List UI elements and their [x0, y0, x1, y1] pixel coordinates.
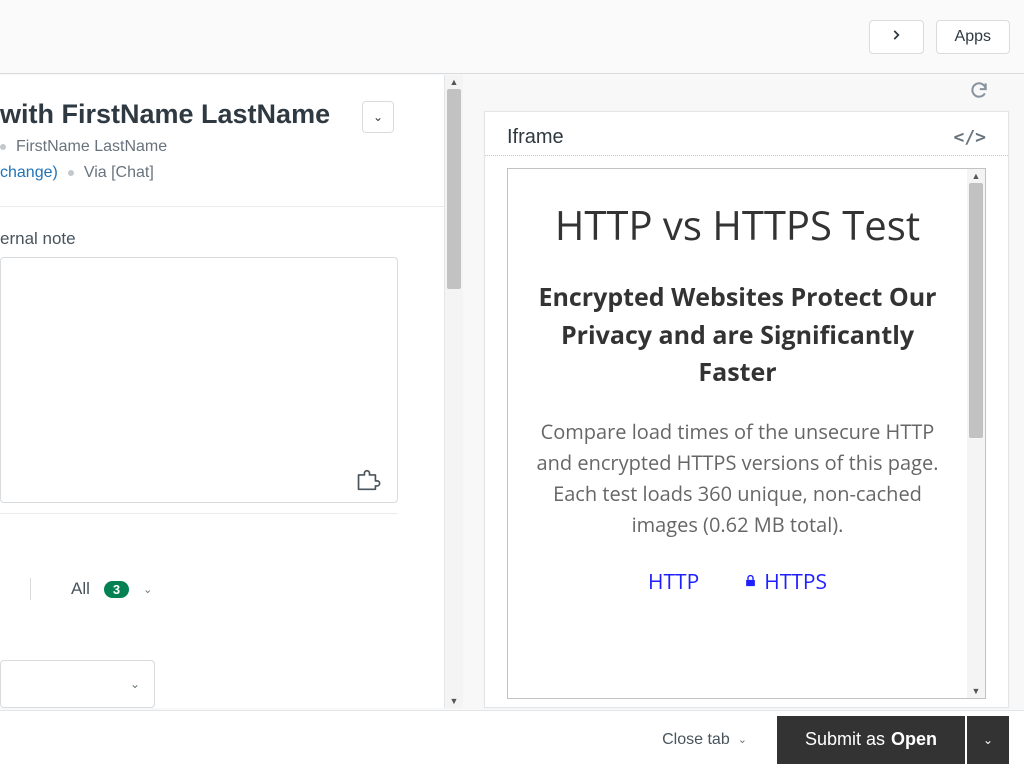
top-bar: Apps	[0, 0, 1024, 74]
conversation-panel: with FirstName LastName ⌄ FirstName Last…	[0, 75, 445, 708]
scroll-down-icon[interactable]: ▼	[967, 684, 985, 698]
iframe-body: HTTP vs HTTPS Test Encrypted Websites Pr…	[507, 168, 986, 699]
next-button[interactable]	[869, 20, 924, 54]
filter-all-label[interactable]: All	[71, 579, 90, 599]
chevron-down-icon: ⌄	[983, 733, 993, 747]
submit-prefix: Submit as	[805, 729, 885, 750]
conversation-meta-2: change) Via [Chat]	[0, 164, 444, 182]
chevron-down-icon: ⌄	[738, 733, 747, 746]
scroll-thumb[interactable]	[969, 183, 983, 438]
macro-select[interactable]: ⌄	[0, 660, 155, 708]
close-tab-button[interactable]: Close tab ⌄	[662, 731, 747, 749]
iframe-app-header: Iframe </>	[485, 112, 1008, 156]
apps-panel-toolbar	[480, 75, 1009, 109]
apps-button-label: Apps	[955, 28, 991, 46]
chevron-down-icon: ⌄	[130, 677, 140, 691]
internal-note-tab[interactable]: ernal note	[0, 229, 444, 249]
chevron-right-icon	[889, 26, 903, 47]
apps-panel: Iframe </> HTTP vs HTTPS Test Encrypted …	[480, 75, 1009, 708]
change-assignee-link[interactable]: change)	[0, 164, 58, 182]
code-icon[interactable]: </>	[953, 127, 986, 148]
iframe-paragraph: Compare load times of the unsecure HTTP …	[526, 416, 949, 540]
requester-name: FirstName LastName	[16, 138, 167, 156]
http-link-label: HTTP	[648, 568, 699, 596]
iframe-heading: HTTP vs HTTPS Test	[526, 199, 949, 251]
meta-dot-icon	[0, 144, 6, 150]
conversation-meta: FirstName LastName	[0, 138, 444, 156]
apps-button[interactable]: Apps	[936, 20, 1010, 54]
insert-app-button[interactable]	[356, 468, 383, 492]
scroll-down-icon[interactable]: ▼	[445, 694, 463, 708]
divider-vertical	[30, 578, 31, 600]
filter-all-count-badge: 3	[104, 581, 129, 598]
submit-button[interactable]: Submit as Open	[777, 716, 965, 764]
protocol-links-row: HTTP HTTPS	[526, 568, 949, 596]
scrollbar[interactable]: ▲ ▼	[967, 169, 985, 698]
divider	[0, 513, 398, 514]
reply-textarea[interactable]	[0, 257, 398, 503]
ticket-footer: Close tab ⌄ Submit as Open ⌄	[0, 710, 1024, 768]
conversation-options-button[interactable]: ⌄	[362, 101, 394, 133]
iframe-app-title: Iframe	[507, 126, 564, 149]
https-link-label: HTTPS	[764, 568, 827, 596]
close-tab-label: Close tab	[662, 731, 730, 749]
scroll-up-icon[interactable]: ▲	[445, 75, 463, 89]
puzzle-icon	[356, 479, 383, 496]
refresh-icon	[969, 87, 989, 104]
scrollbar[interactable]: ▲ ▼	[445, 75, 463, 708]
channel-via: Via [Chat]	[84, 164, 154, 182]
meta-dot-icon	[68, 170, 74, 176]
iframe-subheading: Encrypted Websites Protect Our Privacy a…	[526, 279, 949, 392]
submit-status: Open	[891, 729, 937, 750]
scroll-up-icon[interactable]: ▲	[967, 169, 985, 183]
http-link[interactable]: HTTP	[648, 568, 699, 596]
lock-icon	[743, 568, 758, 596]
iframe-app-card: Iframe </> HTTP vs HTTPS Test Encrypted …	[484, 111, 1009, 708]
iframe-content: HTTP vs HTTPS Test Encrypted Websites Pr…	[508, 169, 967, 698]
https-link[interactable]: HTTPS	[743, 568, 827, 596]
conversation-filter-row: All 3 ⌄	[0, 578, 444, 600]
submit-status-dropdown[interactable]: ⌄	[967, 716, 1009, 764]
scroll-thumb[interactable]	[447, 89, 461, 289]
chevron-down-icon[interactable]: ⌄	[143, 583, 152, 596]
chevron-down-icon: ⌄	[373, 110, 383, 124]
refresh-button[interactable]	[969, 80, 989, 105]
conversation-header: with FirstName LastName ⌄ FirstName Last…	[0, 75, 444, 207]
